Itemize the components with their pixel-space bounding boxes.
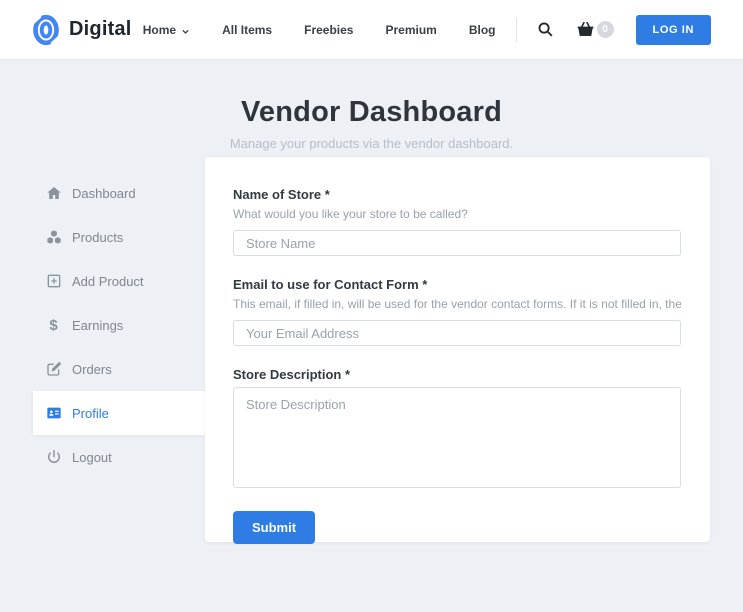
store-description-label: Store Description * xyxy=(233,367,681,382)
sidebar-item-label: Logout xyxy=(72,450,112,465)
sidebar-item-profile[interactable]: Profile xyxy=(33,391,207,435)
submit-button[interactable]: Submit xyxy=(233,511,315,544)
sidebar-item-label: Earnings xyxy=(72,318,123,333)
id-card-icon xyxy=(45,405,62,422)
vendor-sidebar: Dashboard Products Add Product $ Earning… xyxy=(33,171,207,479)
sidebar-item-label: Dashboard xyxy=(72,186,136,201)
vendor-profile-form: Name of Store * What would you like your… xyxy=(233,187,681,544)
sidebar-item-add-product[interactable]: Add Product xyxy=(33,259,207,303)
store-name-input[interactable] xyxy=(233,230,681,256)
field-store-description: Store Description * xyxy=(233,367,681,488)
plus-square-icon xyxy=(45,273,62,290)
power-icon xyxy=(45,449,62,466)
field-contact-email: Email to use for Contact Form * This ema… xyxy=(233,277,681,346)
store-name-label: Name of Store * xyxy=(233,187,681,202)
field-store-name: Name of Store * What would you like your… xyxy=(233,187,681,256)
contact-email-help: This email, if filled in, will be used f… xyxy=(233,297,681,311)
sidebar-item-logout[interactable]: Logout xyxy=(33,435,207,479)
cubes-icon xyxy=(45,229,62,246)
sidebar-item-orders[interactable]: Orders xyxy=(33,347,207,391)
sidebar-item-label: Add Product xyxy=(72,274,144,289)
sidebar-item-products[interactable]: Products xyxy=(33,215,207,259)
sidebar-item-label: Products xyxy=(72,230,123,245)
home-icon xyxy=(45,185,62,202)
sidebar-item-earnings[interactable]: $ Earnings xyxy=(33,303,207,347)
store-name-help: What would you like your store to be cal… xyxy=(233,207,681,221)
profile-form-card: Name of Store * What would you like your… xyxy=(205,157,710,542)
sidebar-item-label: Profile xyxy=(72,406,109,421)
sidebar-item-label: Orders xyxy=(72,362,112,377)
sidebar-item-dashboard[interactable]: Dashboard xyxy=(33,171,207,215)
dollar-icon: $ xyxy=(45,317,62,334)
store-description-textarea[interactable] xyxy=(233,387,681,488)
contact-email-input[interactable] xyxy=(233,320,681,346)
dashboard-layout: Dashboard Products Add Product $ Earning… xyxy=(0,29,743,581)
edit-icon xyxy=(45,361,62,378)
contact-email-label: Email to use for Contact Form * xyxy=(233,277,681,292)
